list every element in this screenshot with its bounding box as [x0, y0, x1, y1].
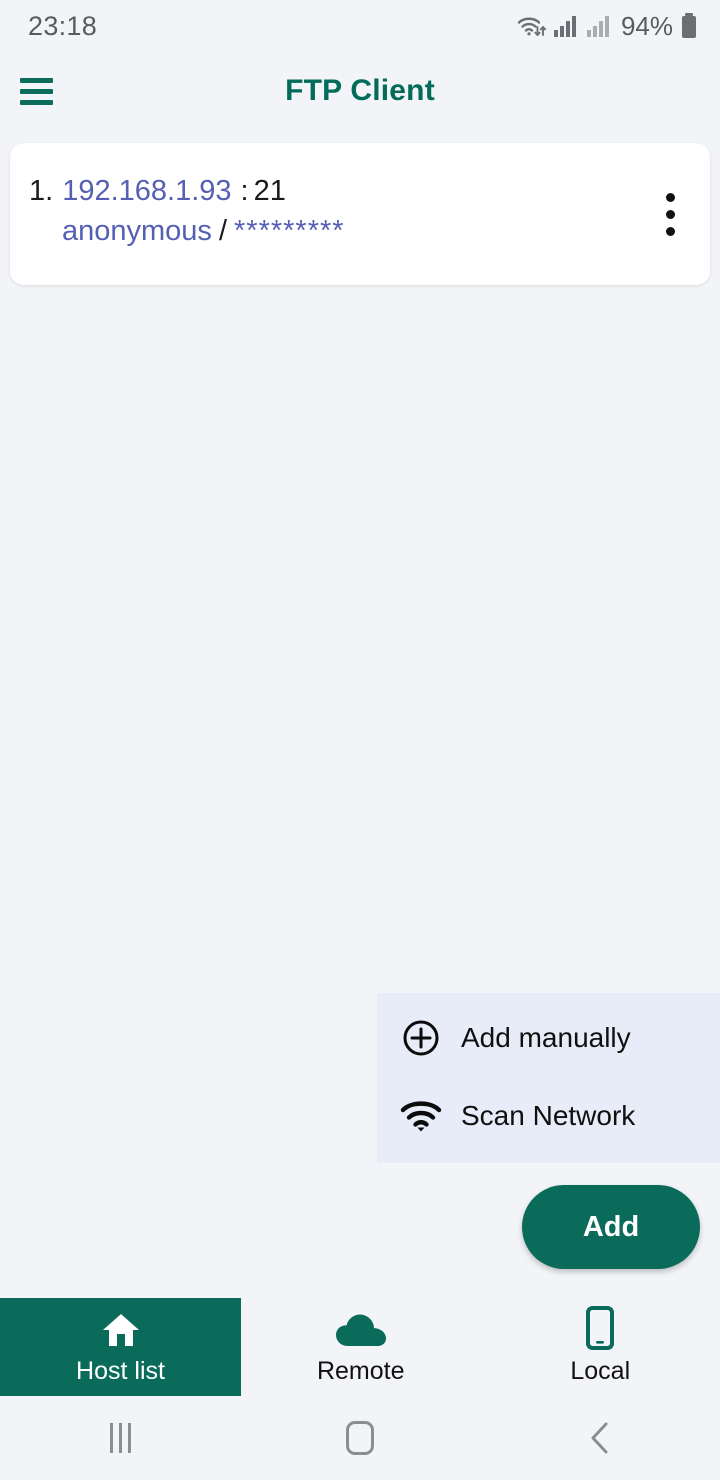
- app-screen: 23:18 94% FTP Client 1. 192.168.1.93: 2…: [0, 0, 720, 1480]
- status-bar: 23:18 94%: [0, 0, 720, 52]
- nav-tab-local[interactable]: Local: [481, 1298, 720, 1396]
- host-address: 192.168.1.93: [62, 175, 232, 207]
- home-icon: [100, 1308, 142, 1350]
- bottom-navigation: Host list Remote Local: [0, 1298, 720, 1396]
- battery-percent: 94%: [620, 10, 673, 41]
- menu-item-add-manually[interactable]: Add manually: [377, 999, 720, 1077]
- nav-tab-label: Local: [570, 1357, 631, 1385]
- host-list-item[interactable]: 1. 192.168.1.93:21 anonymous / *********: [10, 143, 710, 285]
- more-vertical-icon[interactable]: [648, 186, 692, 242]
- host-username: anonymous: [62, 215, 212, 247]
- add-popup-menu: Add manually Scan Network: [377, 993, 720, 1163]
- host-line-primary: 1. 192.168.1.93:21: [29, 175, 286, 208]
- status-clock: 23:18: [28, 10, 98, 41]
- nav-tab-label: Remote: [316, 1357, 405, 1385]
- host-index: 1.: [29, 175, 54, 207]
- menu-item-label: Scan Network: [461, 1100, 636, 1131]
- nav-tab-label: Host list: [76, 1357, 165, 1385]
- app-bar: FTP Client: [0, 52, 720, 130]
- page-title: FTP Client: [285, 74, 435, 107]
- recents-icon[interactable]: [0, 1423, 240, 1453]
- cellular-signal-icon: [553, 14, 579, 38]
- hamburger-menu-icon[interactable]: [8, 63, 64, 119]
- nav-tab-host-list[interactable]: Host list: [0, 1298, 241, 1396]
- menu-item-label: Add manually: [461, 1022, 631, 1053]
- nav-tab-remote[interactable]: Remote: [241, 1298, 481, 1396]
- status-icons: 94%: [516, 11, 698, 42]
- host-separator: :: [240, 175, 249, 207]
- host-credentials-slash: /: [218, 215, 227, 247]
- add-button[interactable]: Add: [522, 1185, 700, 1269]
- battery-icon: [680, 12, 698, 40]
- system-navigation-bar: [0, 1396, 720, 1480]
- cellular-signal-icon: [586, 14, 612, 38]
- cloud-icon: [333, 1308, 389, 1350]
- menu-item-scan-network[interactable]: Scan Network: [377, 1077, 720, 1155]
- wifi-data-icon: [516, 13, 547, 39]
- back-chevron-icon[interactable]: [480, 1421, 720, 1455]
- smartphone-icon: [583, 1306, 617, 1350]
- plus-circle-icon: [395, 1018, 447, 1058]
- host-line-secondary: anonymous / *********: [62, 215, 345, 248]
- home-square-icon[interactable]: [240, 1421, 480, 1455]
- host-port: 21: [253, 175, 286, 207]
- wifi-icon: [395, 1099, 447, 1133]
- host-password-mask: *********: [234, 215, 345, 247]
